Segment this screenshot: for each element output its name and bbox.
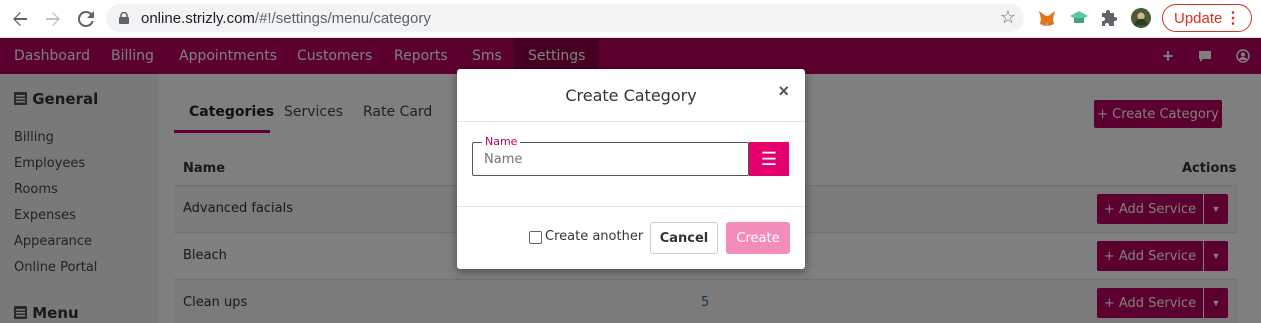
update-button[interactable]: Update ⋮ <box>1162 4 1252 32</box>
metamask-fox-icon[interactable] <box>1037 8 1057 28</box>
lock-icon <box>119 12 129 24</box>
close-icon[interactable]: × <box>778 81 789 102</box>
graduation-cap-icon[interactable] <box>1069 8 1089 28</box>
extensions-puzzle-icon[interactable] <box>1100 8 1120 28</box>
back-arrow-icon[interactable] <box>8 7 32 31</box>
bookmark-star-icon[interactable]: ☆ <box>1000 7 1016 28</box>
modal-divider <box>457 206 805 207</box>
profile-avatar[interactable] <box>1131 8 1151 28</box>
reload-icon[interactable] <box>74 7 98 31</box>
name-input[interactable] <box>484 152 724 167</box>
cancel-button[interactable]: Cancel <box>650 222 718 254</box>
modal-divider <box>457 121 805 122</box>
more-vert-icon: ⋮ <box>1225 10 1241 27</box>
forward-arrow-icon[interactable] <box>41 7 65 31</box>
name-field-label: Name <box>482 135 521 148</box>
create-button[interactable]: Create <box>726 222 790 254</box>
create-another-label[interactable]: Create another <box>545 229 643 244</box>
url-text: online.strizly.com/#!/settings/menu/cate… <box>141 10 431 27</box>
name-field: Name <box>472 135 749 176</box>
create-another-checkbox[interactable] <box>529 231 542 244</box>
address-bar[interactable]: online.strizly.com/#!/settings/menu/cate… <box>106 4 1024 32</box>
create-category-modal: Create Category × Name ☰ Create another … <box>457 69 805 269</box>
hamburger-menu-icon[interactable]: ☰ <box>749 142 789 176</box>
update-label: Update <box>1174 9 1223 27</box>
modal-title: Create Category <box>565 86 697 105</box>
browser-toolbar: online.strizly.com/#!/settings/menu/cate… <box>0 0 1261 38</box>
